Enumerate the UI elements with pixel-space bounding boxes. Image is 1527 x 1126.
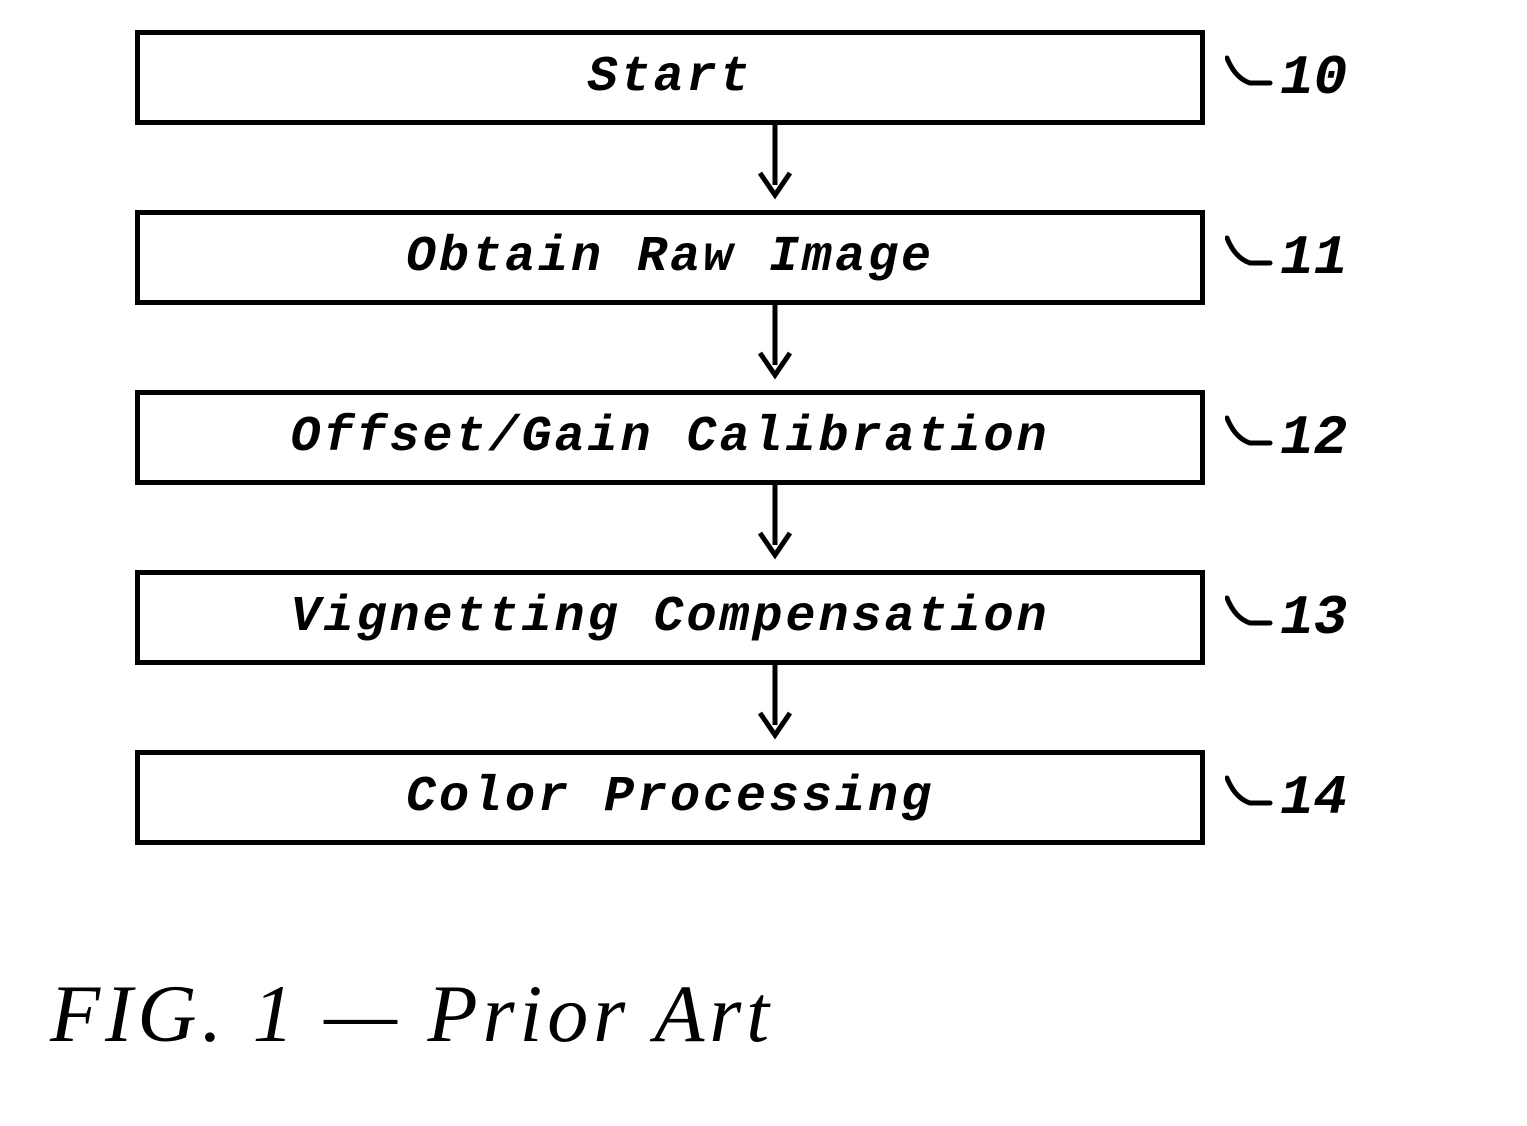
figure-caption: FIG. 1 — Prior Art bbox=[50, 967, 774, 1061]
step-box-obtain-raw: Obtain Raw Image bbox=[135, 210, 1205, 305]
arrow-down-icon bbox=[755, 125, 795, 210]
arrow-3 bbox=[240, 665, 1310, 750]
flowchart: Start 10 Obtain Raw Image bbox=[135, 30, 1415, 845]
step-box-offset-gain: Offset/Gain Calibration bbox=[135, 390, 1205, 485]
arrow-0 bbox=[240, 125, 1310, 210]
step-label: Vignetting Compensation bbox=[290, 589, 1049, 646]
connector-curve-icon bbox=[1225, 593, 1275, 643]
arrow-2 bbox=[240, 485, 1310, 570]
step-row-0: Start 10 bbox=[135, 30, 1415, 125]
connector-1: 11 bbox=[1225, 226, 1347, 290]
connector-curve-icon bbox=[1225, 413, 1275, 463]
step-box-start: Start bbox=[135, 30, 1205, 125]
step-row-3: Vignetting Compensation 13 bbox=[135, 570, 1415, 665]
flowchart-container: Start 10 Obtain Raw Image bbox=[135, 30, 1415, 845]
arrow-down-icon bbox=[755, 485, 795, 570]
step-number: 11 bbox=[1280, 226, 1347, 290]
step-number: 13 bbox=[1280, 586, 1347, 650]
step-row-1: Obtain Raw Image 11 bbox=[135, 210, 1415, 305]
step-label: Offset/Gain Calibration bbox=[290, 409, 1049, 466]
connector-3: 13 bbox=[1225, 586, 1347, 650]
arrow-down-icon bbox=[755, 305, 795, 390]
connector-0: 10 bbox=[1225, 46, 1347, 110]
arrow-1 bbox=[240, 305, 1310, 390]
connector-2: 12 bbox=[1225, 406, 1347, 470]
step-box-color-processing: Color Processing bbox=[135, 750, 1205, 845]
step-label: Color Processing bbox=[406, 769, 934, 826]
step-number: 10 bbox=[1280, 46, 1347, 110]
step-number: 14 bbox=[1280, 766, 1347, 830]
step-box-vignetting: Vignetting Compensation bbox=[135, 570, 1205, 665]
step-number: 12 bbox=[1280, 406, 1347, 470]
step-label: Start bbox=[587, 49, 752, 106]
step-label: Obtain Raw Image bbox=[406, 229, 934, 286]
connector-curve-icon bbox=[1225, 773, 1275, 823]
connector-4: 14 bbox=[1225, 766, 1347, 830]
connector-curve-icon bbox=[1225, 53, 1275, 103]
step-row-4: Color Processing 14 bbox=[135, 750, 1415, 845]
arrow-down-icon bbox=[755, 665, 795, 750]
step-row-2: Offset/Gain Calibration 12 bbox=[135, 390, 1415, 485]
connector-curve-icon bbox=[1225, 233, 1275, 283]
